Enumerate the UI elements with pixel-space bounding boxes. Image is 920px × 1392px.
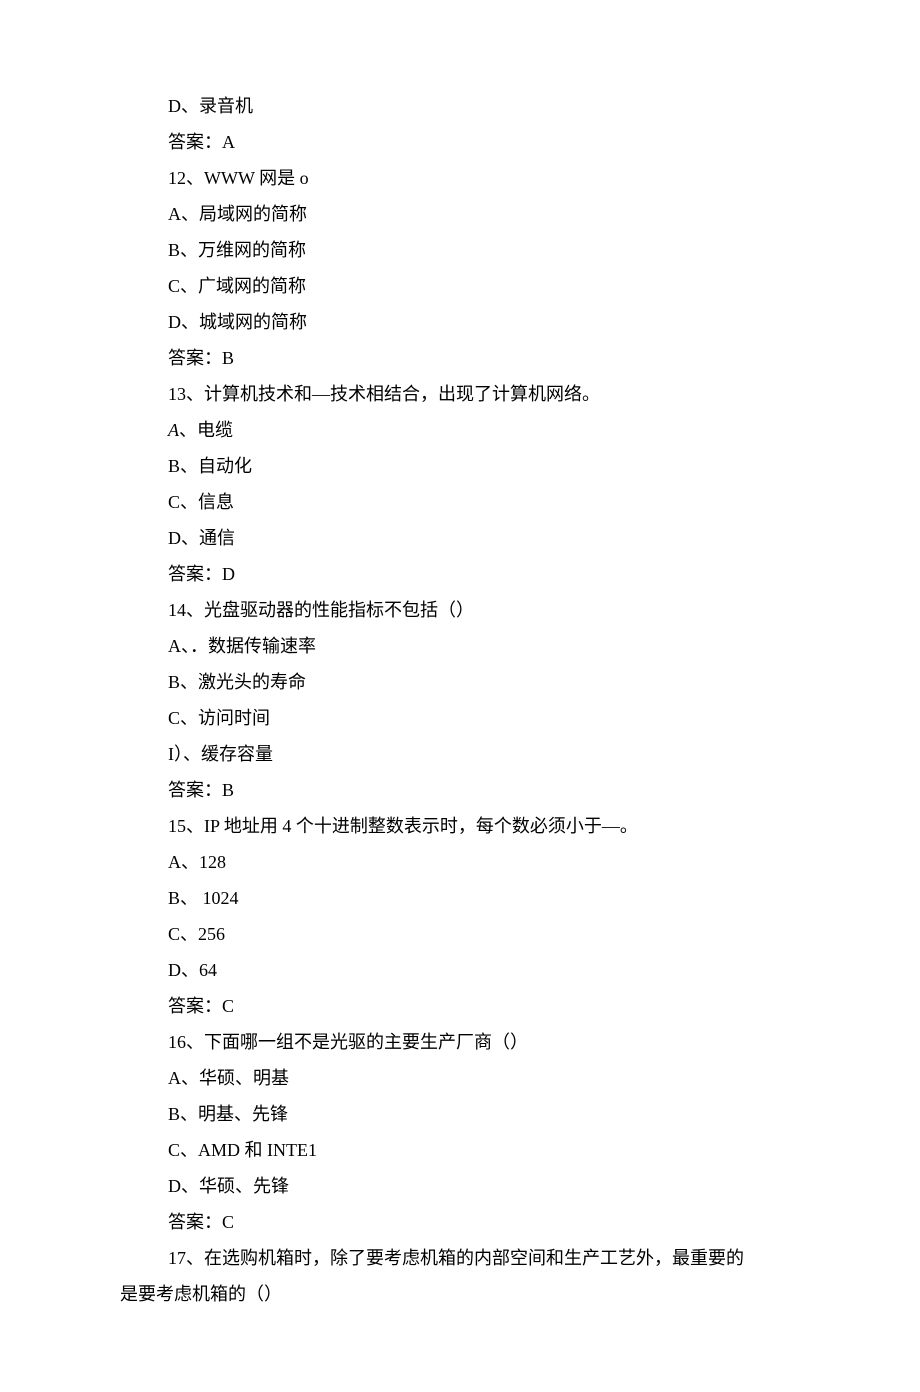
italic-A: A bbox=[168, 420, 179, 440]
question-15: 15、IP 地址用 4 个十进制整数表示时，每个数必须小于—。 bbox=[168, 808, 800, 844]
document-body: D、录音机 答案：A 12、WWW 网是 o A、局域网的简称 B、万维网的简称… bbox=[0, 88, 920, 1276]
option-c: C、AMD 和 INTE1 bbox=[168, 1132, 800, 1168]
option-c: C、广域网的简称 bbox=[168, 268, 800, 304]
question-14: 14、光盘驱动器的性能指标不包括（） bbox=[168, 592, 800, 628]
option-a: A、局域网的简称 bbox=[168, 196, 800, 232]
answer-line: 答案：C bbox=[168, 988, 800, 1024]
answer-line: 答案：D bbox=[168, 556, 800, 592]
option-d: D、通信 bbox=[168, 520, 800, 556]
question-12: 12、WWW 网是 o bbox=[168, 160, 800, 196]
option-a: A、华硕、明基 bbox=[168, 1060, 800, 1096]
answer-line: 答案：B bbox=[168, 772, 800, 808]
option-d: I）、缓存容量 bbox=[168, 736, 800, 772]
option-c: C、信息 bbox=[168, 484, 800, 520]
question-17-line1: 17、在选购机箱时，除了要考虑机箱的内部空间和生产工艺外，最重要的 bbox=[168, 1240, 800, 1276]
option-b: B、 1024 bbox=[168, 880, 800, 916]
question-17-line2: 是要考虑机箱的（） bbox=[120, 1276, 800, 1312]
question-16: 16、下面哪一组不是光驱的主要生产厂商（） bbox=[168, 1024, 800, 1060]
option-c: C、256 bbox=[168, 916, 800, 952]
option-d: D、录音机 bbox=[168, 88, 800, 124]
option-d: D、64 bbox=[168, 952, 800, 988]
option-a: A、．数据传输速率 bbox=[168, 628, 800, 664]
answer-line: 答案：B bbox=[168, 340, 800, 376]
question-13: 13、计算机技术和—技术相结合，出现了计算机网络。 bbox=[168, 376, 800, 412]
answer-line: 答案：A bbox=[168, 124, 800, 160]
option-b: B、明基、先锋 bbox=[168, 1096, 800, 1132]
option-a-rest: 、电缆 bbox=[179, 420, 233, 440]
option-a: A、128 bbox=[168, 844, 800, 880]
option-b: B、激光头的寿命 bbox=[168, 664, 800, 700]
option-b: B、自动化 bbox=[168, 448, 800, 484]
option-c: C、访问时间 bbox=[168, 700, 800, 736]
option-d: D、城域网的简称 bbox=[168, 304, 800, 340]
question-17-wrap: 是要考虑机箱的（） bbox=[0, 1276, 920, 1312]
option-d: D、华硕、先锋 bbox=[168, 1168, 800, 1204]
option-b: B、万维网的简称 bbox=[168, 232, 800, 268]
option-a: A、电缆 bbox=[168, 412, 800, 448]
answer-line: 答案：C bbox=[168, 1204, 800, 1240]
